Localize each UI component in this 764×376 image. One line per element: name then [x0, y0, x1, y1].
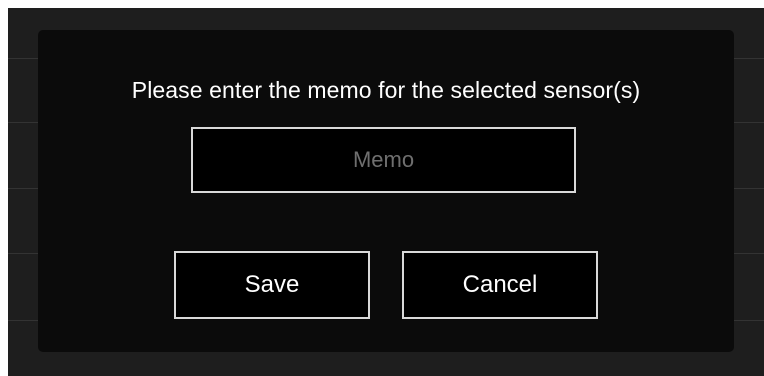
memo-dialog: Please enter the memo for the selected s… — [38, 30, 734, 352]
save-button[interactable]: Save — [174, 251, 370, 319]
dialog-prompt: Please enter the memo for the selected s… — [131, 77, 641, 103]
memo-input[interactable] — [191, 127, 576, 193]
cancel-button[interactable]: Cancel — [402, 251, 598, 319]
